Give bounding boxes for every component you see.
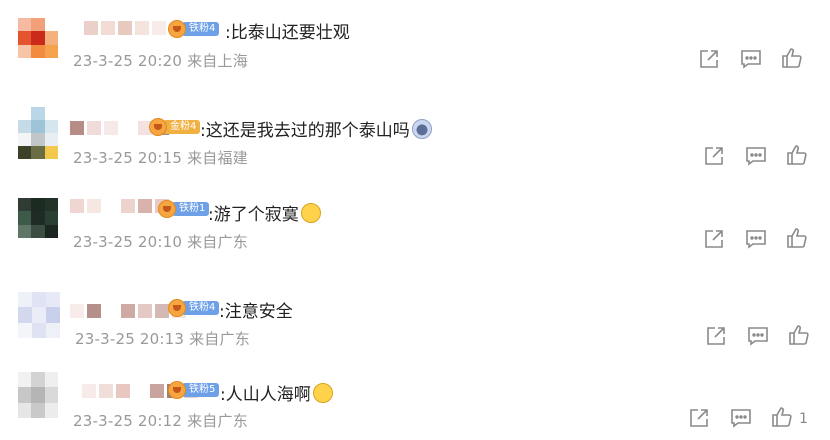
thumbs-up-icon[interactable] [788,324,810,346]
comment-meta: 23-3-25 20:12 来自广东 [73,410,248,431]
surprised-emoji-icon [411,119,432,139]
laughing-emoji-icon [312,383,333,403]
comment-icon[interactable] [747,325,769,347]
fan-badge: 铁粉4 [168,299,220,317]
comment-location: 来自广东 [187,233,248,251]
thumbs-up-icon[interactable] [786,144,808,166]
username[interactable] [70,199,169,213]
like-count: 1 [799,411,808,427]
comment-icon[interactable] [745,145,767,167]
share-icon[interactable] [703,228,725,250]
avatar[interactable] [18,107,58,159]
fan-badge: 铁粉5 [168,381,220,399]
comment-text: :注意安全 [219,302,293,322]
avatar[interactable] [18,18,58,58]
comment-location: 来自福建 [187,149,248,167]
comment-item: 铁粉4 :注意安全 23-3-25 20:13 来自广东 [0,280,830,360]
thumbs-up-icon[interactable] [781,47,803,69]
fan-badge: 铁粉4 [168,20,220,38]
comment-item: 铁粉1 :游了个寂寞 23-3-25 20:10 来自广东 [0,185,830,265]
comment-text: :这还是我去过的那个泰山吗 [200,116,432,141]
comment-item: 铁粉5 :人山人海啊 23-3-25 20:12 来自广东 1 [0,360,830,440]
comment-time: 23-3-25 20:15 [73,149,183,167]
fan-badge-icon [158,200,176,218]
avatar[interactable] [18,292,60,338]
comment-time: 23-3-25 20:10 [73,233,183,251]
comment-text: :游了个寂寞 [208,200,321,225]
share-icon[interactable] [703,145,725,167]
comment-text: :人山人海啊 [220,380,333,405]
username[interactable] [84,21,166,35]
comment-item: 金粉4 :这还是我去过的那个泰山吗 23-3-25 20:15 来自福建 [0,95,830,175]
share-icon[interactable] [688,407,710,429]
comment-icon[interactable] [740,48,762,70]
comment-item: 铁粉4 :比泰山还要壮观 23-3-25 20:20 来自上海 [0,0,830,80]
fan-badge-icon [149,118,167,136]
share-icon[interactable] [705,325,727,347]
comment-time: 23-3-25 20:12 [73,412,183,430]
comment-text: :比泰山还要壮观 [225,23,350,43]
comment-meta: 23-3-25 20:20 来自上海 [73,50,248,71]
fan-badge-icon [168,381,186,399]
fan-badge: 金粉4 [149,118,201,136]
avatar[interactable] [18,372,58,418]
comment-location: 来自上海 [187,52,248,70]
avatar[interactable] [18,198,58,238]
comment-meta: 23-3-25 20:10 来自广东 [73,231,248,252]
comment-time: 23-3-25 20:20 [73,52,183,70]
fan-badge-icon [168,20,186,38]
thumbs-up-icon[interactable] [786,227,808,249]
comment-meta: 23-3-25 20:15 来自福建 [73,147,248,168]
comment-location: 来自广东 [187,412,248,430]
comment-meta: 23-3-25 20:13 来自广东 [75,328,250,349]
comment-location: 来自广东 [189,330,250,348]
comment-icon[interactable] [745,228,767,250]
fan-badge: 铁粉1 [158,200,210,218]
thumbs-up-icon[interactable] [771,406,793,428]
share-icon[interactable] [698,48,720,70]
comment-icon[interactable] [730,407,752,429]
comment-time: 23-3-25 20:13 [75,330,185,348]
crying-emoji-icon [300,203,321,223]
fan-badge-icon [168,299,186,317]
